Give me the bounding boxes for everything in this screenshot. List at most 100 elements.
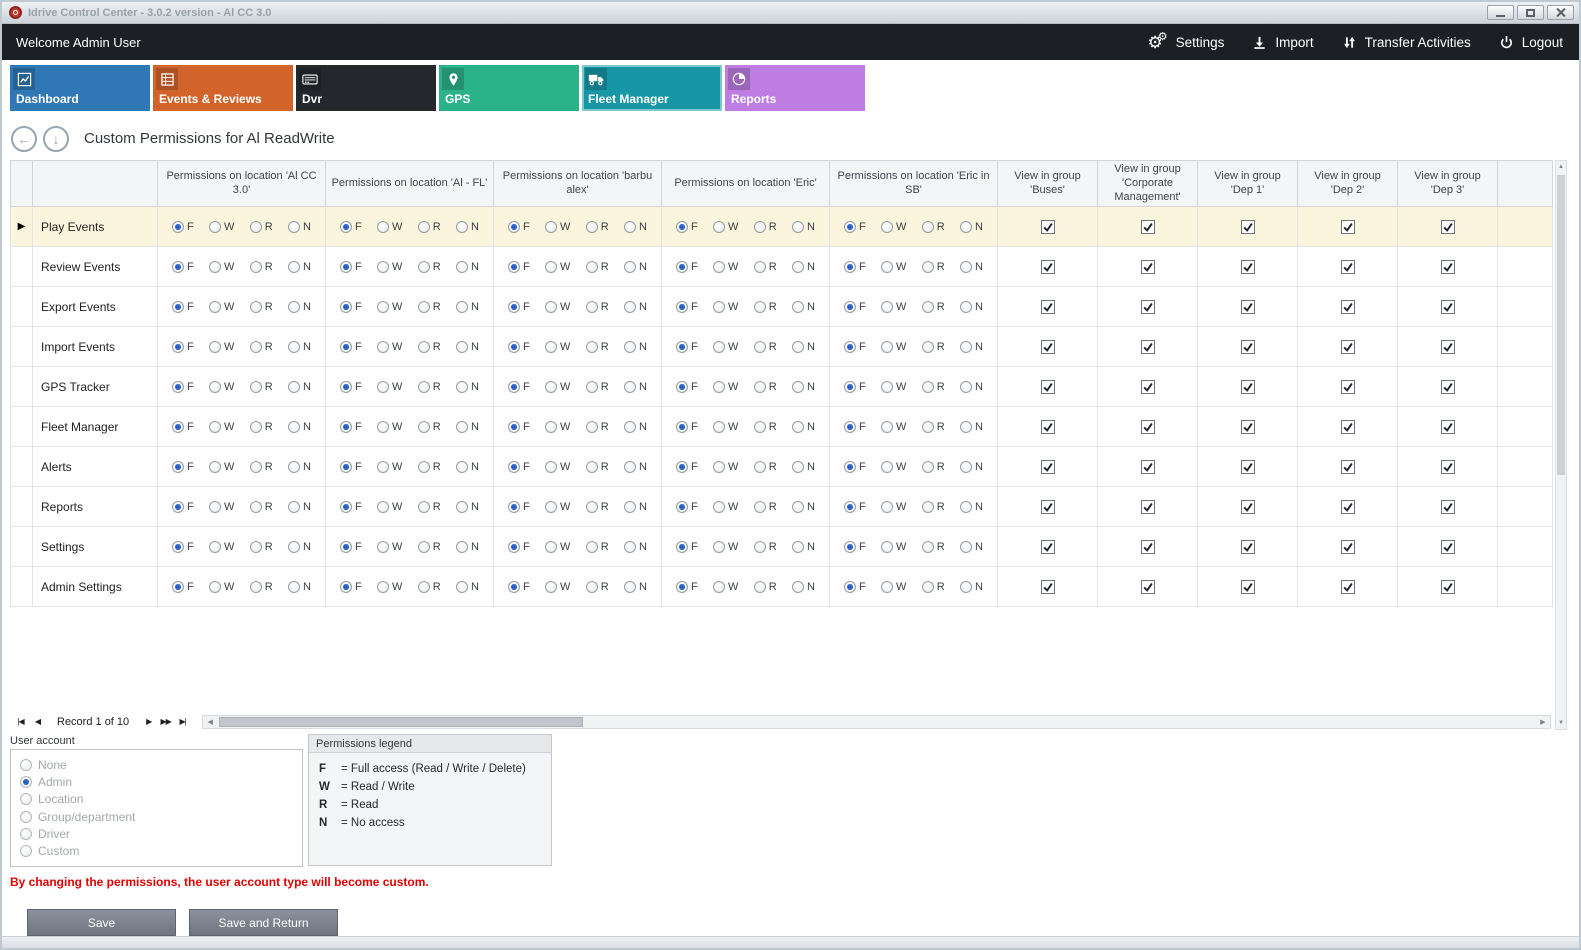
permission-option-W[interactable]: W <box>545 221 570 233</box>
column-header-group-4[interactable]: View in group 'Dep 3' <box>1398 161 1498 207</box>
permission-option-R[interactable]: R <box>754 221 777 233</box>
row-label[interactable]: Review Events <box>33 247 158 287</box>
tab-reports[interactable]: Reports <box>725 65 865 111</box>
permission-option-N[interactable]: N <box>624 501 647 513</box>
group-checkbox[interactable] <box>1141 500 1155 514</box>
group-checkbox[interactable] <box>1441 460 1455 474</box>
permission-option-F[interactable]: F <box>676 381 698 393</box>
permission-option-R[interactable]: R <box>418 581 441 593</box>
permission-option-F[interactable]: F <box>340 341 362 353</box>
scroll-left-icon[interactable]: ◀ <box>203 716 217 728</box>
permission-option-R[interactable]: R <box>418 501 441 513</box>
permission-option-F[interactable]: F <box>844 421 866 433</box>
permission-option-R[interactable]: R <box>754 501 777 513</box>
group-checkbox[interactable] <box>1441 420 1455 434</box>
permission-option-R[interactable]: R <box>922 221 945 233</box>
permission-option-N[interactable]: N <box>960 581 983 593</box>
permission-option-F[interactable]: F <box>340 541 362 553</box>
nav-first-button[interactable]: |◀ <box>13 714 28 729</box>
permission-option-W[interactable]: W <box>713 461 738 473</box>
tab-gps[interactable]: GPS <box>439 65 579 111</box>
permission-option-R[interactable]: R <box>586 341 609 353</box>
permission-option-R[interactable]: R <box>586 581 609 593</box>
permission-option-N[interactable]: N <box>792 421 815 433</box>
permission-option-F[interactable]: F <box>172 501 194 513</box>
permission-option-N[interactable]: N <box>456 461 479 473</box>
tab-fleet-manager[interactable]: Fleet Manager <box>582 65 722 111</box>
permission-option-F[interactable]: F <box>844 221 866 233</box>
permission-option-W[interactable]: W <box>209 261 234 273</box>
permission-option-W[interactable]: W <box>713 421 738 433</box>
permission-option-R[interactable]: R <box>754 421 777 433</box>
permission-option-F[interactable]: F <box>508 341 530 353</box>
permission-option-R[interactable]: R <box>250 541 273 553</box>
permission-option-R[interactable]: R <box>586 301 609 313</box>
permission-option-N[interactable]: N <box>792 301 815 313</box>
permission-option-F[interactable]: F <box>844 301 866 313</box>
group-checkbox[interactable] <box>1141 460 1155 474</box>
permission-option-N[interactable]: N <box>288 221 311 233</box>
permission-option-F[interactable]: F <box>676 221 698 233</box>
group-checkbox[interactable] <box>1441 220 1455 234</box>
permission-option-F[interactable]: F <box>508 581 530 593</box>
group-checkbox[interactable] <box>1041 420 1055 434</box>
group-checkbox[interactable] <box>1241 540 1255 554</box>
permission-option-F[interactable]: F <box>172 541 194 553</box>
permission-option-R[interactable]: R <box>250 301 273 313</box>
permission-option-N[interactable]: N <box>960 341 983 353</box>
permission-option-F[interactable]: F <box>844 461 866 473</box>
permission-option-F[interactable]: F <box>340 501 362 513</box>
group-checkbox[interactable] <box>1041 500 1055 514</box>
account-type-option-driver[interactable]: Driver <box>20 827 293 841</box>
permission-option-N[interactable]: N <box>960 381 983 393</box>
permission-option-N[interactable]: N <box>288 501 311 513</box>
account-type-option-admin[interactable]: Admin <box>20 775 293 789</box>
permission-option-R[interactable]: R <box>922 261 945 273</box>
permission-option-N[interactable]: N <box>792 541 815 553</box>
permission-option-N[interactable]: N <box>960 501 983 513</box>
permission-option-F[interactable]: F <box>340 381 362 393</box>
group-checkbox[interactable] <box>1441 380 1455 394</box>
column-header-group-3[interactable]: View in group 'Dep 2' <box>1298 161 1398 207</box>
permission-option-F[interactable]: F <box>340 221 362 233</box>
permission-option-W[interactable]: W <box>209 381 234 393</box>
permission-option-W[interactable]: W <box>209 541 234 553</box>
group-checkbox[interactable] <box>1341 420 1355 434</box>
permission-option-N[interactable]: N <box>624 581 647 593</box>
permission-option-F[interactable]: F <box>508 381 530 393</box>
back-button[interactable]: ← <box>11 126 37 152</box>
permission-option-R[interactable]: R <box>250 341 273 353</box>
group-checkbox[interactable] <box>1241 580 1255 594</box>
permission-option-R[interactable]: R <box>250 581 273 593</box>
permission-option-W[interactable]: W <box>545 381 570 393</box>
column-header-location-4[interactable]: Permissions on location 'Eric in SB' <box>830 161 998 207</box>
permission-option-N[interactable]: N <box>456 301 479 313</box>
group-checkbox[interactable] <box>1041 460 1055 474</box>
permission-option-F[interactable]: F <box>844 501 866 513</box>
group-checkbox[interactable] <box>1141 300 1155 314</box>
permission-option-N[interactable]: N <box>792 501 815 513</box>
import-button[interactable]: Import <box>1252 35 1313 50</box>
permission-option-N[interactable]: N <box>624 541 647 553</box>
permission-option-W[interactable]: W <box>545 541 570 553</box>
permission-option-N[interactable]: N <box>624 461 647 473</box>
permission-option-W[interactable]: W <box>545 261 570 273</box>
scroll-up-icon[interactable]: ▲ <box>1558 161 1564 173</box>
permission-option-N[interactable]: N <box>288 341 311 353</box>
permission-option-W[interactable]: W <box>377 461 402 473</box>
permission-option-R[interactable]: R <box>250 501 273 513</box>
permission-option-F[interactable]: F <box>172 461 194 473</box>
group-checkbox[interactable] <box>1041 540 1055 554</box>
scroll-right-icon[interactable]: ▶ <box>1536 716 1550 728</box>
permission-option-W[interactable]: W <box>209 581 234 593</box>
permission-option-R[interactable]: R <box>586 541 609 553</box>
permission-option-N[interactable]: N <box>456 581 479 593</box>
permission-option-W[interactable]: W <box>377 381 402 393</box>
row-label[interactable]: Settings <box>33 527 158 567</box>
group-checkbox[interactable] <box>1041 220 1055 234</box>
permission-option-W[interactable]: W <box>881 421 906 433</box>
permission-option-W[interactable]: W <box>881 261 906 273</box>
permission-option-N[interactable]: N <box>960 261 983 273</box>
permission-option-W[interactable]: W <box>545 501 570 513</box>
permission-option-R[interactable]: R <box>250 381 273 393</box>
